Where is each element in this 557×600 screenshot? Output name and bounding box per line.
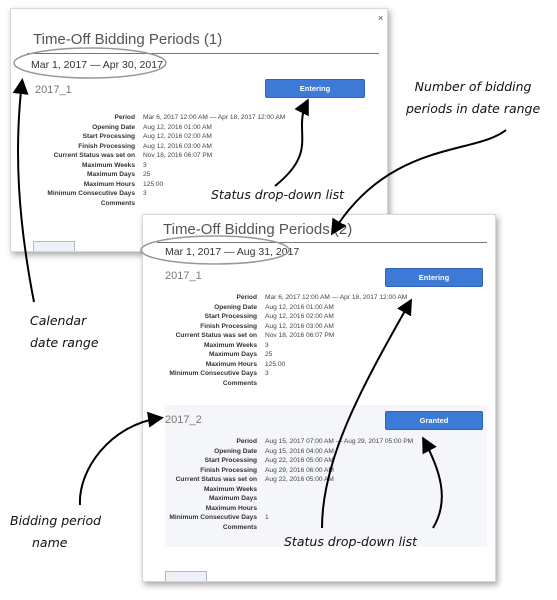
detail-value: 25 bbox=[143, 171, 151, 178]
title-divider bbox=[157, 242, 487, 243]
detail-label: Maximum Weeks bbox=[81, 161, 135, 169]
calendar-date-range: Mar 1, 2017 — Aug 31, 2017 bbox=[165, 246, 300, 258]
detail-label: Period bbox=[114, 114, 135, 121]
detail-label: Finish Processing bbox=[200, 322, 257, 330]
status-dropdown[interactable]: Entering bbox=[265, 79, 365, 98]
detail-label: Finish Processing bbox=[78, 142, 135, 150]
detail-value: Aug 12, 2016 03:00 AM bbox=[265, 322, 334, 330]
bidding-period-name: 2017_1 bbox=[35, 84, 72, 96]
callout-line: name bbox=[32, 535, 68, 550]
title-divider bbox=[27, 53, 379, 54]
detail-value: 3 bbox=[143, 161, 147, 169]
detail-value: 125:00 bbox=[143, 180, 164, 188]
close-icon[interactable]: × bbox=[378, 13, 383, 23]
detail-label: Maximum Days bbox=[208, 351, 257, 358]
detail-label: Opening Date bbox=[92, 123, 135, 131]
period-details: Period Mar 6, 2017 12:00 AM — Apr 18, 201… bbox=[149, 293, 407, 388]
footer-button[interactable] bbox=[165, 571, 207, 581]
callout-line: Bidding period bbox=[10, 513, 102, 528]
detail-value: Aug 15, 2017 07:00 AM — Aug 29, 2017 05:… bbox=[265, 438, 414, 445]
callout-status-list-2: Status drop-down list bbox=[284, 534, 418, 549]
detail-label: Current Status was set on bbox=[53, 152, 135, 159]
status-dropdown[interactable]: Entering bbox=[385, 268, 483, 287]
callout-line: date range bbox=[30, 335, 99, 350]
detail-label: Finish Processing bbox=[200, 466, 257, 474]
detail-value: Aug 12, 2016 01:00 AM bbox=[143, 123, 212, 131]
callout-line: Calendar bbox=[30, 313, 87, 328]
footer-button[interactable] bbox=[33, 241, 75, 251]
detail-value: 3 bbox=[265, 341, 269, 349]
callout-line: Number of bidding bbox=[414, 79, 532, 94]
callout-number-of-periods: Number of bidding periods in date range bbox=[406, 76, 540, 120]
callout-status-list-1: Status drop-down list bbox=[211, 187, 345, 202]
detail-label: Minimum Consecutive Days bbox=[47, 190, 135, 197]
detail-label: Period bbox=[236, 294, 257, 301]
detail-label: Comments bbox=[222, 523, 257, 531]
detail-label: Maximum Hours bbox=[205, 360, 257, 368]
detail-value: Aug 12, 2016 01:00 AM bbox=[265, 303, 334, 311]
detail-value: Aug 22, 2016 05:00 AM bbox=[265, 457, 334, 464]
callout-period-name: Bidding period name bbox=[10, 510, 101, 554]
detail-label: Comments bbox=[222, 379, 257, 387]
detail-label: Maximum Hours bbox=[205, 504, 257, 512]
bidding-period-name: 2017_1 bbox=[165, 270, 202, 282]
detail-value: Aug 29, 2016 06:00 AM bbox=[265, 466, 334, 474]
bidding-period-name: 2017_2 bbox=[165, 414, 202, 426]
detail-label: Maximum Days bbox=[208, 495, 257, 502]
detail-label: Current Status was set on bbox=[175, 476, 257, 483]
detail-label: Maximum Weeks bbox=[203, 485, 257, 493]
calendar-date-range: Mar 1, 2017 — Apr 30, 2017 bbox=[31, 59, 163, 71]
detail-value: Mar 6, 2017 12:00 AM — Apr 18, 2017 12:0… bbox=[143, 114, 286, 121]
panel-title: Time-Off Bidding Periods (2) bbox=[163, 221, 353, 238]
detail-label: Start Processing bbox=[204, 313, 257, 320]
detail-label: Period bbox=[236, 438, 257, 445]
detail-value: 1 bbox=[265, 514, 269, 521]
detail-label: Opening Date bbox=[214, 447, 257, 455]
callout-line: periods in date range bbox=[406, 101, 541, 116]
detail-label: Minimum Consecutive Days bbox=[169, 514, 257, 521]
detail-value: Mar 6, 2017 12:00 AM — Apr 18, 2017 12:0… bbox=[265, 294, 408, 301]
detail-label: Opening Date bbox=[214, 303, 257, 311]
status-dropdown[interactable]: Granted bbox=[385, 411, 483, 430]
detail-label: Maximum Weeks bbox=[203, 341, 257, 349]
detail-value: Aug 12, 2016 03:00 AM bbox=[143, 142, 212, 150]
callout-calendar-range: Calendar date range bbox=[30, 310, 99, 354]
detail-value: 25 bbox=[265, 351, 273, 358]
detail-value: Aug 12, 2016 02:00 AM bbox=[265, 313, 334, 320]
detail-value: 3 bbox=[265, 370, 269, 377]
detail-value: Aug 15, 2016 04:00 AM bbox=[265, 447, 334, 455]
panel-title: Time-Off Bidding Periods (1) bbox=[33, 31, 223, 48]
detail-label: Start Processing bbox=[204, 457, 257, 464]
detail-label: Maximum Days bbox=[86, 171, 135, 178]
detail-value: Aug 22, 2016 05:00 AM bbox=[265, 476, 334, 483]
detail-label: Comments bbox=[100, 199, 135, 207]
bidding-periods-panel-2: Time-Off Bidding Periods (2) Mar 1, 2017… bbox=[142, 214, 496, 582]
detail-value: 3 bbox=[143, 190, 147, 197]
period-details: Period Aug 15, 2017 07:00 AM — Aug 29, 20… bbox=[149, 437, 413, 532]
detail-value: Nov 18, 2016 06:07 PM bbox=[143, 152, 213, 159]
detail-label: Maximum Hours bbox=[83, 180, 135, 188]
detail-label: Current Status was set on bbox=[175, 332, 257, 339]
detail-value: Aug 12, 2016 02:00 AM bbox=[143, 133, 212, 140]
detail-label: Start Processing bbox=[82, 133, 135, 140]
detail-value: 125:00 bbox=[265, 360, 286, 368]
detail-label: Minimum Consecutive Days bbox=[169, 370, 257, 377]
detail-value: Nov 18, 2016 06:07 PM bbox=[265, 332, 335, 339]
